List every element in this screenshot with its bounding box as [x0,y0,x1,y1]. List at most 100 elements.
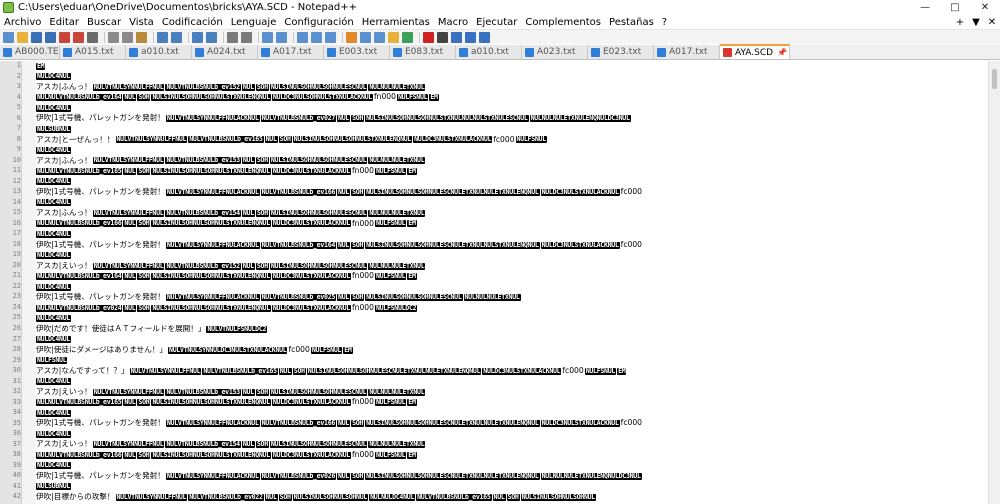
editor[interactable]: 1 2 3 4 5 6 7 8 9 10 11 12 13 14 15 16 17 18 19 20 21 22 23 24 2… [0,61,1000,504]
code-line[interactable]: EM [36,61,988,72]
sync-horizontal-icon[interactable] [276,31,287,43]
close-all-icon[interactable] [73,31,84,43]
minimize-button[interactable]: — [910,0,940,15]
code-line[interactable]: NULDC4NUL [36,198,988,209]
tab[interactable]: E023.txt [588,45,654,59]
code-line[interactable]: NULDC4NUL [36,313,988,324]
close-tab-button[interactable]: ✕ [984,17,1000,28]
code-line[interactable]: 伊吹|1式号機、パレットガンを発射！ NULVTNULSYNNULFFNULACK… [36,240,988,251]
code-line[interactable]: 伊吹|だめです！使徒はＡＴフィールドを展開！」 NULVTNULFSNULDC2 [36,324,988,335]
code-line[interactable]: NULDC4NUL [36,334,988,345]
save-macro-icon[interactable] [479,31,490,43]
code-line[interactable]: NULDC4NUL [36,145,988,156]
code-line[interactable]: NULNULVTNULBSNULb_ev166 NUL SOH NULSINULSOH… [36,219,988,230]
code-line[interactable]: NULDC4NUL [36,229,988,240]
menu-item[interactable]: Herramientas [358,17,434,28]
menu-item[interactable]: Pestañas [605,17,658,28]
code-line[interactable]: アスカ|ふんっ！ NULVTNULSYNNULFFNUL NULVTNULBSNUL… [36,156,988,167]
print-icon[interactable] [87,31,98,43]
code-line[interactable]: 伊吹|1式号機、パレットガンを発射！ NULVTNULSYNNULFFNULACK… [36,419,988,430]
tab-list-dropdown-icon[interactable]: ▼ [968,17,984,28]
code-line[interactable]: NULDC4NUL [36,72,988,83]
code-line[interactable]: NULDC4NUL [36,282,988,293]
doc-map-icon[interactable] [360,31,371,43]
code-line[interactable]: NULNULVTNULBSNULb_ev165 NUL SOH NULSINULSOH… [36,398,988,409]
menu-item[interactable]: Buscar [83,17,125,28]
tab[interactable]: A017.txt [258,45,324,59]
zoom-out-icon[interactable] [241,31,252,43]
record-macro-icon[interactable] [423,31,434,43]
code-line[interactable]: NULSUBNUL [36,124,988,135]
tab[interactable]: A023.txt [522,45,588,59]
tab[interactable]: E003.txt [324,45,390,59]
stop-record-icon[interactable] [437,31,448,43]
tab[interactable]: AB000.TEX [0,45,60,59]
menu-item[interactable]: Editar [45,17,83,28]
code-line[interactable]: アスカ|えいっ！ NULVTNULSYNNULFFNUL NULVTNULBSNUL… [36,261,988,272]
word-wrap-icon[interactable] [297,31,308,43]
code-line[interactable]: NULSUBNUL [36,482,988,493]
menu-item[interactable]: Complementos [521,17,605,28]
playback-icon[interactable] [451,31,462,43]
code-line[interactable]: 伊吹|使徒にダメージはありません！」 NULVTNULSYNNULDC3NULST… [36,345,988,356]
code-line[interactable]: NULNULVTNULBSNULb_ev024 NUL SOH NULSINULSOH… [36,303,988,314]
save-all-icon[interactable] [45,31,56,43]
vertical-scrollbar[interactable] [988,61,1000,504]
indent-guide-icon[interactable] [325,31,336,43]
folder-as-workspace-icon[interactable] [388,31,399,43]
code-line[interactable]: NULNULVTNULBSNULb_ev164 NUL SOH NULSINULSOH… [36,93,988,104]
tab[interactable]: A024.txt [192,45,258,59]
code-line[interactable]: アスカ|ふんっ！ NULVTNULSYNNULFFNUL NULVTNULBSNUL… [36,82,988,93]
paste-icon[interactable] [136,31,147,43]
menu-item[interactable]: Archivo [0,17,45,28]
code-line[interactable]: アスカ|なんですって！？」 NULVTNULSYNNULFFNUL NULVTNUL… [36,366,988,377]
menu-item[interactable]: ? [658,17,671,28]
tab[interactable]: a010.txt [126,45,192,59]
code-line[interactable]: NULFSNUL [36,355,988,366]
function-list-icon[interactable] [374,31,385,43]
scrollbar-thumb[interactable] [992,69,997,89]
code-line[interactable]: NULDC4NUL [36,429,988,440]
monitoring-icon[interactable] [402,31,413,43]
language-udl-icon[interactable] [346,31,357,43]
maximize-button[interactable]: □ [940,0,970,15]
menu-item[interactable]: Ejecutar [472,17,521,28]
menu-item[interactable]: Macro [434,17,472,28]
sync-vertical-icon[interactable] [262,31,273,43]
code-line[interactable]: 伊吹|1式号機、パレットガンを発射！ NULVTNULSYNNULFFNULACK… [36,114,988,125]
code-line[interactable]: アスカ|ふんっ！ NULVTNULSYNNULFFNUL NULVTNULBSNUL… [36,208,988,219]
copy-icon[interactable] [122,31,133,43]
save-icon[interactable] [31,31,42,43]
code-line[interactable]: 伊吹|1式号機、パレットガンを発射！ NULVTNULSYNNULFFNULACK… [36,292,988,303]
show-all-chars-icon[interactable] [311,31,322,43]
zoom-in-icon[interactable] [227,31,238,43]
replace-icon[interactable] [206,31,217,43]
code-line[interactable]: NULDC4NUL [36,250,988,261]
code-line[interactable]: NULDC4NUL [36,408,988,419]
code-line[interactable]: アスカ|と一ぜんっ！！ NULVTNULSYNNULFFNUL NULVTNULBS… [36,135,988,146]
run-multiple-icon[interactable] [465,31,476,43]
close-window-button[interactable]: ✕ [970,0,1000,15]
menu-item[interactable]: Codificación [158,17,227,28]
tab[interactable]: A017.txt [654,45,720,59]
tab[interactable]: A015.txt [60,45,126,59]
new-file-icon[interactable] [3,31,14,43]
menu-item[interactable]: Configuración [280,17,357,28]
code-line[interactable]: アスカ|えいっ！ NULVTNULSYNNULFFNUL NULVTNULBSNUL… [36,440,988,451]
menu-item[interactable]: Vista [125,17,158,28]
redo-icon[interactable] [171,31,182,43]
code-line[interactable]: 伊吹|目標からの攻撃！ NULVTNULSYNNULFFNUL NULVTNULBS… [36,492,988,503]
menu-item[interactable]: Lenguaje [227,17,281,28]
code-line[interactable]: NULDC4NUL [36,376,988,387]
code-line[interactable]: アスカ|えいっ！ NULVTNULSYNNULFFNUL NULVTNULBSNUL… [36,387,988,398]
open-file-icon[interactable] [17,31,28,43]
cut-icon[interactable] [108,31,119,43]
code-line[interactable]: NULNULVTNULBSNULb_ev165 NUL SOH NULSINULSOH… [36,166,988,177]
tab[interactable]: E083.txt [390,45,456,59]
code-line[interactable]: 伊吹|1式号機、パレットガンを発射！ NULVTNULSYNNULFFNULACK… [36,471,988,482]
undo-icon[interactable] [157,31,168,43]
tab[interactable]: a010.txt [456,45,522,59]
code-line[interactable]: NULNULVTNULBSNULb_ev164 NUL SOH NULSINULSOH… [36,271,988,282]
close-icon[interactable] [59,31,70,43]
add-tab-button[interactable]: + [952,17,968,28]
